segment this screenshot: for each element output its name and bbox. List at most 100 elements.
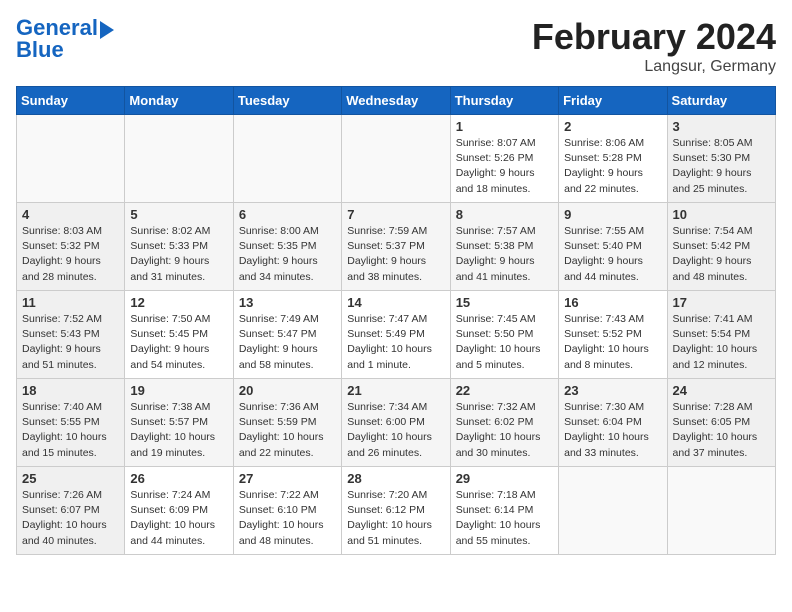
calendar-week-row: 4 Sunrise: 8:03 AMSunset: 5:32 PMDaylight… bbox=[17, 203, 776, 291]
day-number: 13 bbox=[239, 295, 336, 310]
calendar-cell: 18Sunrise: 7:40 AMSunset: 5:55 PMDayligh… bbox=[17, 379, 125, 467]
day-info: Sunrise: 8:03 AMSunset: 5:32 PMDaylight:… bbox=[22, 224, 119, 285]
day-number: 3 bbox=[673, 119, 770, 134]
calendar-cell bbox=[125, 115, 233, 203]
day-info: Sunrise: 7:50 AMSunset: 5:45 PMDaylight:… bbox=[130, 312, 227, 373]
calendar-cell: 23 Sunrise: 7:30 AMSunset: 6:04 PMDayligh… bbox=[559, 379, 667, 467]
day-number: 6 bbox=[239, 207, 336, 222]
day-number: 8 bbox=[456, 207, 553, 222]
calendar-cell: 28 Sunrise: 7:20 AMSunset: 6:12 PMDayligh… bbox=[342, 467, 450, 555]
day-info: Sunrise: 7:52 AMSunset: 5:43 PMDaylight:… bbox=[22, 312, 119, 373]
calendar-cell: 1Sunrise: 8:07 AMSunset: 5:26 PMDaylight… bbox=[450, 115, 558, 203]
day-info: Sunrise: 7:22 AMSunset: 6:10 PMDaylight:… bbox=[239, 488, 336, 549]
calendar-cell: 22Sunrise: 7:32 AMSunset: 6:02 PMDayligh… bbox=[450, 379, 558, 467]
day-number: 7 bbox=[347, 207, 444, 222]
day-info: Sunrise: 7:28 AMSunset: 6:05 PMDaylight:… bbox=[673, 400, 770, 461]
day-info: Sunrise: 7:59 AMSunset: 5:37 PMDaylight:… bbox=[347, 224, 444, 285]
day-number: 15 bbox=[456, 295, 553, 310]
calendar-cell: 13Sunrise: 7:49 AMSunset: 5:47 PMDayligh… bbox=[233, 291, 341, 379]
calendar-header-friday: Friday bbox=[559, 87, 667, 115]
day-number: 17 bbox=[673, 295, 770, 310]
calendar-header-thursday: Thursday bbox=[450, 87, 558, 115]
calendar-week-row: 25 Sunrise: 7:26 AMSunset: 6:07 PMDayligh… bbox=[17, 467, 776, 555]
calendar-cell: 10 Sunrise: 7:54 AMSunset: 5:42 PMDayligh… bbox=[667, 203, 775, 291]
calendar-cell: 4 Sunrise: 8:03 AMSunset: 5:32 PMDaylight… bbox=[17, 203, 125, 291]
day-info: Sunrise: 7:43 AMSunset: 5:52 PMDaylight:… bbox=[564, 312, 661, 373]
logo-blue-text: Blue bbox=[16, 38, 64, 62]
calendar-header-wednesday: Wednesday bbox=[342, 87, 450, 115]
day-info: Sunrise: 7:26 AMSunset: 6:07 PMDaylight:… bbox=[22, 488, 119, 549]
location-text: Langsur, Germany bbox=[532, 58, 776, 76]
calendar-cell bbox=[17, 115, 125, 203]
calendar-cell: 6 Sunrise: 8:00 AMSunset: 5:35 PMDaylight… bbox=[233, 203, 341, 291]
calendar-week-row: 1Sunrise: 8:07 AMSunset: 5:26 PMDaylight… bbox=[17, 115, 776, 203]
day-info: Sunrise: 7:55 AMSunset: 5:40 PMDaylight:… bbox=[564, 224, 661, 285]
calendar-cell: 16 Sunrise: 7:43 AMSunset: 5:52 PMDayligh… bbox=[559, 291, 667, 379]
calendar-cell bbox=[233, 115, 341, 203]
calendar-cell: 2 Sunrise: 8:06 AMSunset: 5:28 PMDaylight… bbox=[559, 115, 667, 203]
calendar-cell: 14 Sunrise: 7:47 AMSunset: 5:49 PMDayligh… bbox=[342, 291, 450, 379]
calendar-cell: 21 Sunrise: 7:34 AMSunset: 6:00 PMDayligh… bbox=[342, 379, 450, 467]
day-number: 11 bbox=[22, 295, 119, 310]
day-number: 16 bbox=[564, 295, 661, 310]
calendar-week-row: 11 Sunrise: 7:52 AMSunset: 5:43 PMDayligh… bbox=[17, 291, 776, 379]
day-number: 12 bbox=[130, 295, 227, 310]
day-number: 18 bbox=[22, 383, 119, 398]
calendar-week-row: 18Sunrise: 7:40 AMSunset: 5:55 PMDayligh… bbox=[17, 379, 776, 467]
calendar-cell: 5Sunrise: 8:02 AMSunset: 5:33 PMDaylight… bbox=[125, 203, 233, 291]
day-info: Sunrise: 7:47 AMSunset: 5:49 PMDaylight:… bbox=[347, 312, 444, 373]
day-number: 25 bbox=[22, 471, 119, 486]
day-number: 4 bbox=[22, 207, 119, 222]
month-title: February 2024 bbox=[532, 16, 776, 58]
calendar-cell: 11 Sunrise: 7:52 AMSunset: 5:43 PMDayligh… bbox=[17, 291, 125, 379]
calendar-header-row: SundayMondayTuesdayWednesdayThursdayFrid… bbox=[17, 87, 776, 115]
calendar-cell: 9 Sunrise: 7:55 AMSunset: 5:40 PMDaylight… bbox=[559, 203, 667, 291]
calendar-cell: 17Sunrise: 7:41 AMSunset: 5:54 PMDayligh… bbox=[667, 291, 775, 379]
day-info: Sunrise: 7:45 AMSunset: 5:50 PMDaylight:… bbox=[456, 312, 553, 373]
page-header: General Blue February 2024 Langsur, Germ… bbox=[16, 16, 776, 76]
logo-arrow-icon bbox=[100, 21, 114, 39]
day-info: Sunrise: 7:20 AMSunset: 6:12 PMDaylight:… bbox=[347, 488, 444, 549]
day-number: 24 bbox=[673, 383, 770, 398]
day-number: 21 bbox=[347, 383, 444, 398]
day-number: 2 bbox=[564, 119, 661, 134]
calendar-cell: 8Sunrise: 7:57 AMSunset: 5:38 PMDaylight… bbox=[450, 203, 558, 291]
day-number: 14 bbox=[347, 295, 444, 310]
calendar-table: SundayMondayTuesdayWednesdayThursdayFrid… bbox=[16, 86, 776, 555]
calendar-cell: 7 Sunrise: 7:59 AMSunset: 5:37 PMDaylight… bbox=[342, 203, 450, 291]
day-number: 20 bbox=[239, 383, 336, 398]
calendar-cell: 19 Sunrise: 7:38 AMSunset: 5:57 PMDayligh… bbox=[125, 379, 233, 467]
calendar-cell: 15 Sunrise: 7:45 AMSunset: 5:50 PMDayligh… bbox=[450, 291, 558, 379]
day-number: 28 bbox=[347, 471, 444, 486]
calendar-header-tuesday: Tuesday bbox=[233, 87, 341, 115]
calendar-header-saturday: Saturday bbox=[667, 87, 775, 115]
calendar-cell: 3 Sunrise: 8:05 AMSunset: 5:30 PMDaylight… bbox=[667, 115, 775, 203]
day-number: 10 bbox=[673, 207, 770, 222]
day-info: Sunrise: 7:18 AMSunset: 6:14 PMDaylight:… bbox=[456, 488, 553, 549]
day-number: 19 bbox=[130, 383, 227, 398]
calendar-cell: 27Sunrise: 7:22 AMSunset: 6:10 PMDayligh… bbox=[233, 467, 341, 555]
calendar-header-sunday: Sunday bbox=[17, 87, 125, 115]
day-info: Sunrise: 8:05 AMSunset: 5:30 PMDaylight:… bbox=[673, 136, 770, 197]
calendar-cell bbox=[342, 115, 450, 203]
day-info: Sunrise: 8:06 AMSunset: 5:28 PMDaylight:… bbox=[564, 136, 661, 197]
calendar-header-monday: Monday bbox=[125, 87, 233, 115]
day-number: 9 bbox=[564, 207, 661, 222]
calendar-cell: 26 Sunrise: 7:24 AMSunset: 6:09 PMDayligh… bbox=[125, 467, 233, 555]
day-number: 5 bbox=[130, 207, 227, 222]
day-info: Sunrise: 7:24 AMSunset: 6:09 PMDaylight:… bbox=[130, 488, 227, 549]
day-number: 29 bbox=[456, 471, 553, 486]
day-info: Sunrise: 7:30 AMSunset: 6:04 PMDaylight:… bbox=[564, 400, 661, 461]
calendar-cell: 29 Sunrise: 7:18 AMSunset: 6:14 PMDayligh… bbox=[450, 467, 558, 555]
day-info: Sunrise: 7:38 AMSunset: 5:57 PMDaylight:… bbox=[130, 400, 227, 461]
calendar-cell: 25 Sunrise: 7:26 AMSunset: 6:07 PMDayligh… bbox=[17, 467, 125, 555]
day-info: Sunrise: 7:34 AMSunset: 6:00 PMDaylight:… bbox=[347, 400, 444, 461]
day-info: Sunrise: 8:00 AMSunset: 5:35 PMDaylight:… bbox=[239, 224, 336, 285]
day-number: 23 bbox=[564, 383, 661, 398]
day-number: 26 bbox=[130, 471, 227, 486]
calendar-cell: 20Sunrise: 7:36 AMSunset: 5:59 PMDayligh… bbox=[233, 379, 341, 467]
calendar-cell bbox=[559, 467, 667, 555]
calendar-cell: 24 Sunrise: 7:28 AMSunset: 6:05 PMDayligh… bbox=[667, 379, 775, 467]
calendar-cell: 12 Sunrise: 7:50 AMSunset: 5:45 PMDayligh… bbox=[125, 291, 233, 379]
day-info: Sunrise: 7:54 AMSunset: 5:42 PMDaylight:… bbox=[673, 224, 770, 285]
